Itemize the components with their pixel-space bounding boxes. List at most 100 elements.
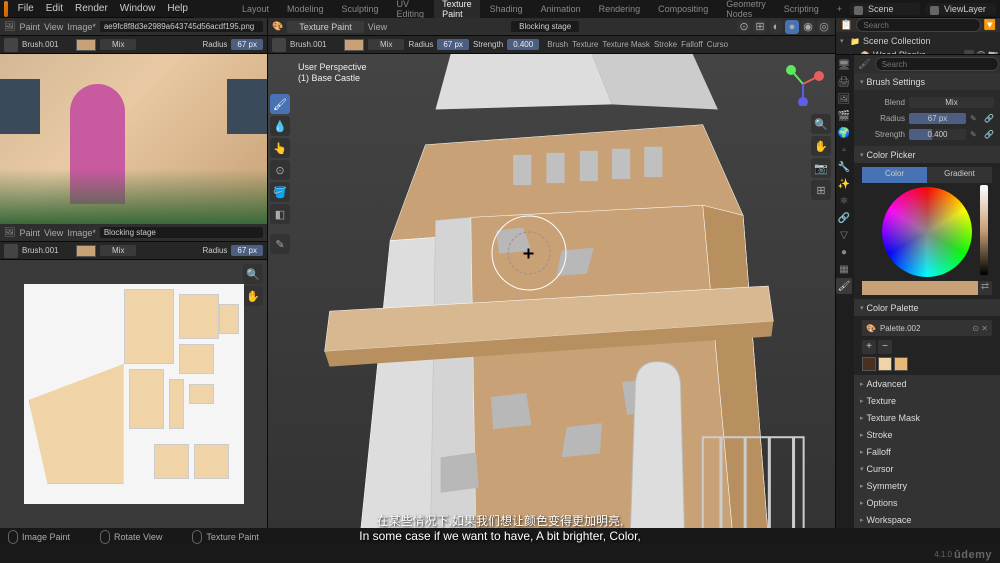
viewlayer-selector[interactable]: ViewLayer bbox=[926, 3, 996, 15]
hdr-paint[interactable]: Paint bbox=[19, 22, 40, 32]
viewport-overlay-icon[interactable]: ◐ bbox=[769, 20, 783, 34]
panel-texture-mask[interactable]: Texture Mask bbox=[854, 409, 1000, 426]
soften-tool-icon[interactable]: 💧 bbox=[270, 116, 290, 136]
hdr-paint[interactable]: Paint bbox=[19, 228, 40, 238]
brush-icon[interactable] bbox=[4, 244, 18, 258]
panel-symmetry[interactable]: Symmetry bbox=[854, 477, 1000, 494]
ws-tab[interactable]: Scripting bbox=[776, 2, 827, 16]
shading-solid-icon[interactable]: ● bbox=[785, 20, 799, 34]
panel-stroke[interactable]: Stroke bbox=[854, 426, 1000, 443]
prop-tab-scene-icon[interactable]: 🎬 bbox=[836, 108, 852, 124]
ws-tab[interactable]: Animation bbox=[533, 2, 589, 16]
prop-tab-view-icon[interactable]: 🖼 bbox=[836, 91, 852, 107]
link-icon[interactable]: 🔗 bbox=[984, 130, 994, 139]
palette-selector[interactable]: 🎨Palette.002 ⊙ ✕ bbox=[862, 320, 992, 336]
zoom-icon[interactable]: 🔍 bbox=[811, 114, 831, 134]
hdr-image[interactable]: Image* bbox=[67, 22, 96, 32]
persp-icon[interactable]: ⊞ bbox=[811, 180, 831, 200]
menu-window[interactable]: Window bbox=[114, 3, 162, 14]
palette-swatch[interactable] bbox=[878, 357, 892, 371]
palette-swatch[interactable] bbox=[894, 357, 908, 371]
link-icon[interactable]: 🔗 bbox=[984, 114, 994, 123]
menu-render[interactable]: Render bbox=[69, 3, 114, 14]
blend-mode[interactable]: Mix bbox=[100, 39, 136, 50]
hdr-view[interactable]: View bbox=[368, 22, 387, 32]
radius-field[interactable]: 67 px bbox=[909, 113, 966, 124]
strength-value[interactable]: 0.400 bbox=[507, 39, 539, 50]
draw-tool-icon[interactable]: 🖌 bbox=[270, 94, 290, 114]
uv-texture-view[interactable]: 🔍 ✋ bbox=[0, 260, 267, 528]
prop-tab-world-icon[interactable]: 🌍 bbox=[836, 125, 852, 141]
prop-tab-object-icon[interactable]: ▫ bbox=[836, 142, 852, 158]
ws-tab[interactable]: Sculpting bbox=[334, 2, 387, 16]
slot-name[interactable]: Blocking stage bbox=[511, 21, 579, 32]
fill-tool-icon[interactable]: 🪣 bbox=[270, 182, 290, 202]
clone-tool-icon[interactable]: ⊙ bbox=[270, 160, 290, 180]
brush-color-swatch[interactable] bbox=[344, 39, 364, 51]
radius-value[interactable]: 67 px bbox=[437, 39, 469, 50]
reference-image-view[interactable] bbox=[0, 54, 267, 224]
pressure-icon[interactable]: ✎ bbox=[970, 114, 980, 123]
pan-icon[interactable]: ✋ bbox=[811, 136, 831, 156]
ws-tab[interactable]: Layout bbox=[234, 2, 277, 16]
brush-name[interactable]: Brush.001 bbox=[290, 40, 340, 49]
prop-tab-data-icon[interactable]: ▽ bbox=[836, 227, 852, 243]
panel-color-palette[interactable]: Color Palette bbox=[854, 299, 1000, 316]
outliner-search[interactable] bbox=[856, 18, 980, 32]
image-name[interactable]: Blocking stage bbox=[100, 227, 263, 238]
hand-icon[interactable]: ✋ bbox=[243, 286, 263, 306]
image-filename[interactable]: ae9fc8f8d3e2989a643745d56acdf195.png bbox=[100, 21, 263, 32]
shading-rendered-icon[interactable]: ◎ bbox=[817, 20, 831, 34]
viewport-overlay-icon[interactable]: ⊞ bbox=[753, 20, 767, 34]
brush-icon[interactable] bbox=[4, 38, 18, 52]
camera-icon[interactable]: 📷 bbox=[811, 158, 831, 178]
3d-viewport[interactable]: User Perspective (1) Base Castle 🔍 ✋ 📷 ⊞ bbox=[268, 54, 835, 528]
smear-tool-icon[interactable]: 👆 bbox=[270, 138, 290, 158]
panel-advanced[interactable]: Advanced bbox=[854, 375, 1000, 392]
panel-texture[interactable]: Texture bbox=[854, 392, 1000, 409]
color-wheel[interactable] bbox=[882, 187, 972, 277]
palette-swatch[interactable] bbox=[862, 357, 876, 371]
prop-tab-constraint-icon[interactable]: 🔗 bbox=[836, 210, 852, 226]
prop-tab-output-icon[interactable]: 🖨 bbox=[836, 74, 852, 90]
hdr-view[interactable]: View bbox=[44, 228, 63, 238]
panel-workspace[interactable]: Workspace bbox=[854, 511, 1000, 528]
tree-root[interactable]: ▾📁 Scene Collection bbox=[838, 34, 998, 48]
cursor-menu[interactable]: Curso bbox=[707, 40, 728, 49]
tree-collection[interactable]: ▸📦 Wood Planks 👁📷 bbox=[838, 48, 998, 55]
hdr-view[interactable]: View bbox=[44, 22, 63, 32]
panel-falloff[interactable]: Falloff bbox=[854, 443, 1000, 460]
swap-colors-icon[interactable]: ⇄ bbox=[978, 281, 992, 295]
ws-tab[interactable]: Modeling bbox=[279, 2, 332, 16]
blend-mode[interactable]: Mix bbox=[368, 39, 404, 50]
filter-icon[interactable]: 🔽 bbox=[984, 20, 996, 31]
blend-field[interactable]: Mix bbox=[909, 97, 994, 108]
mode-dropdown[interactable]: Texture Paint bbox=[287, 21, 364, 33]
panel-color-picker[interactable]: Color Picker bbox=[854, 146, 1000, 163]
brush-color-swatch[interactable] bbox=[76, 39, 96, 51]
viewport-overlay-icon[interactable]: ⊙ bbox=[737, 20, 751, 34]
props-search[interactable] bbox=[875, 57, 999, 71]
zoom-icon[interactable]: 🔍 bbox=[243, 264, 263, 284]
prop-tab-render-icon[interactable]: 🖥 bbox=[836, 57, 852, 73]
prop-tab-modifier-icon[interactable]: 🔧 bbox=[836, 159, 852, 175]
palette-add-icon[interactable]: + bbox=[862, 340, 876, 354]
panel-brush-settings[interactable]: Brush Settings bbox=[854, 73, 1000, 90]
falloff-menu[interactable]: Falloff bbox=[681, 40, 703, 49]
panel-options[interactable]: Options bbox=[854, 494, 1000, 511]
menu-file[interactable]: File bbox=[12, 3, 40, 14]
palette-remove-icon[interactable]: − bbox=[878, 340, 892, 354]
blend-mode[interactable]: Mix bbox=[100, 245, 136, 256]
prop-tab-physics-icon[interactable]: ⚛ bbox=[836, 193, 852, 209]
mask-tool-icon[interactable]: ◧ bbox=[270, 204, 290, 224]
panel-cursor[interactable]: Cursor bbox=[854, 460, 1000, 477]
ws-tab[interactable]: Rendering bbox=[591, 2, 649, 16]
prop-tab-material-icon[interactable]: ● bbox=[836, 244, 852, 260]
annotate-tool-icon[interactable]: ✎ bbox=[270, 234, 290, 254]
radius-value[interactable]: 67 px bbox=[231, 245, 263, 256]
brush-icon[interactable] bbox=[272, 38, 286, 52]
cp-tab-color[interactable]: Color bbox=[862, 167, 927, 183]
scene-selector[interactable]: Scene bbox=[850, 3, 920, 15]
texmask-menu[interactable]: Texture Mask bbox=[602, 40, 650, 49]
brush-color-swatch[interactable] bbox=[76, 245, 96, 257]
